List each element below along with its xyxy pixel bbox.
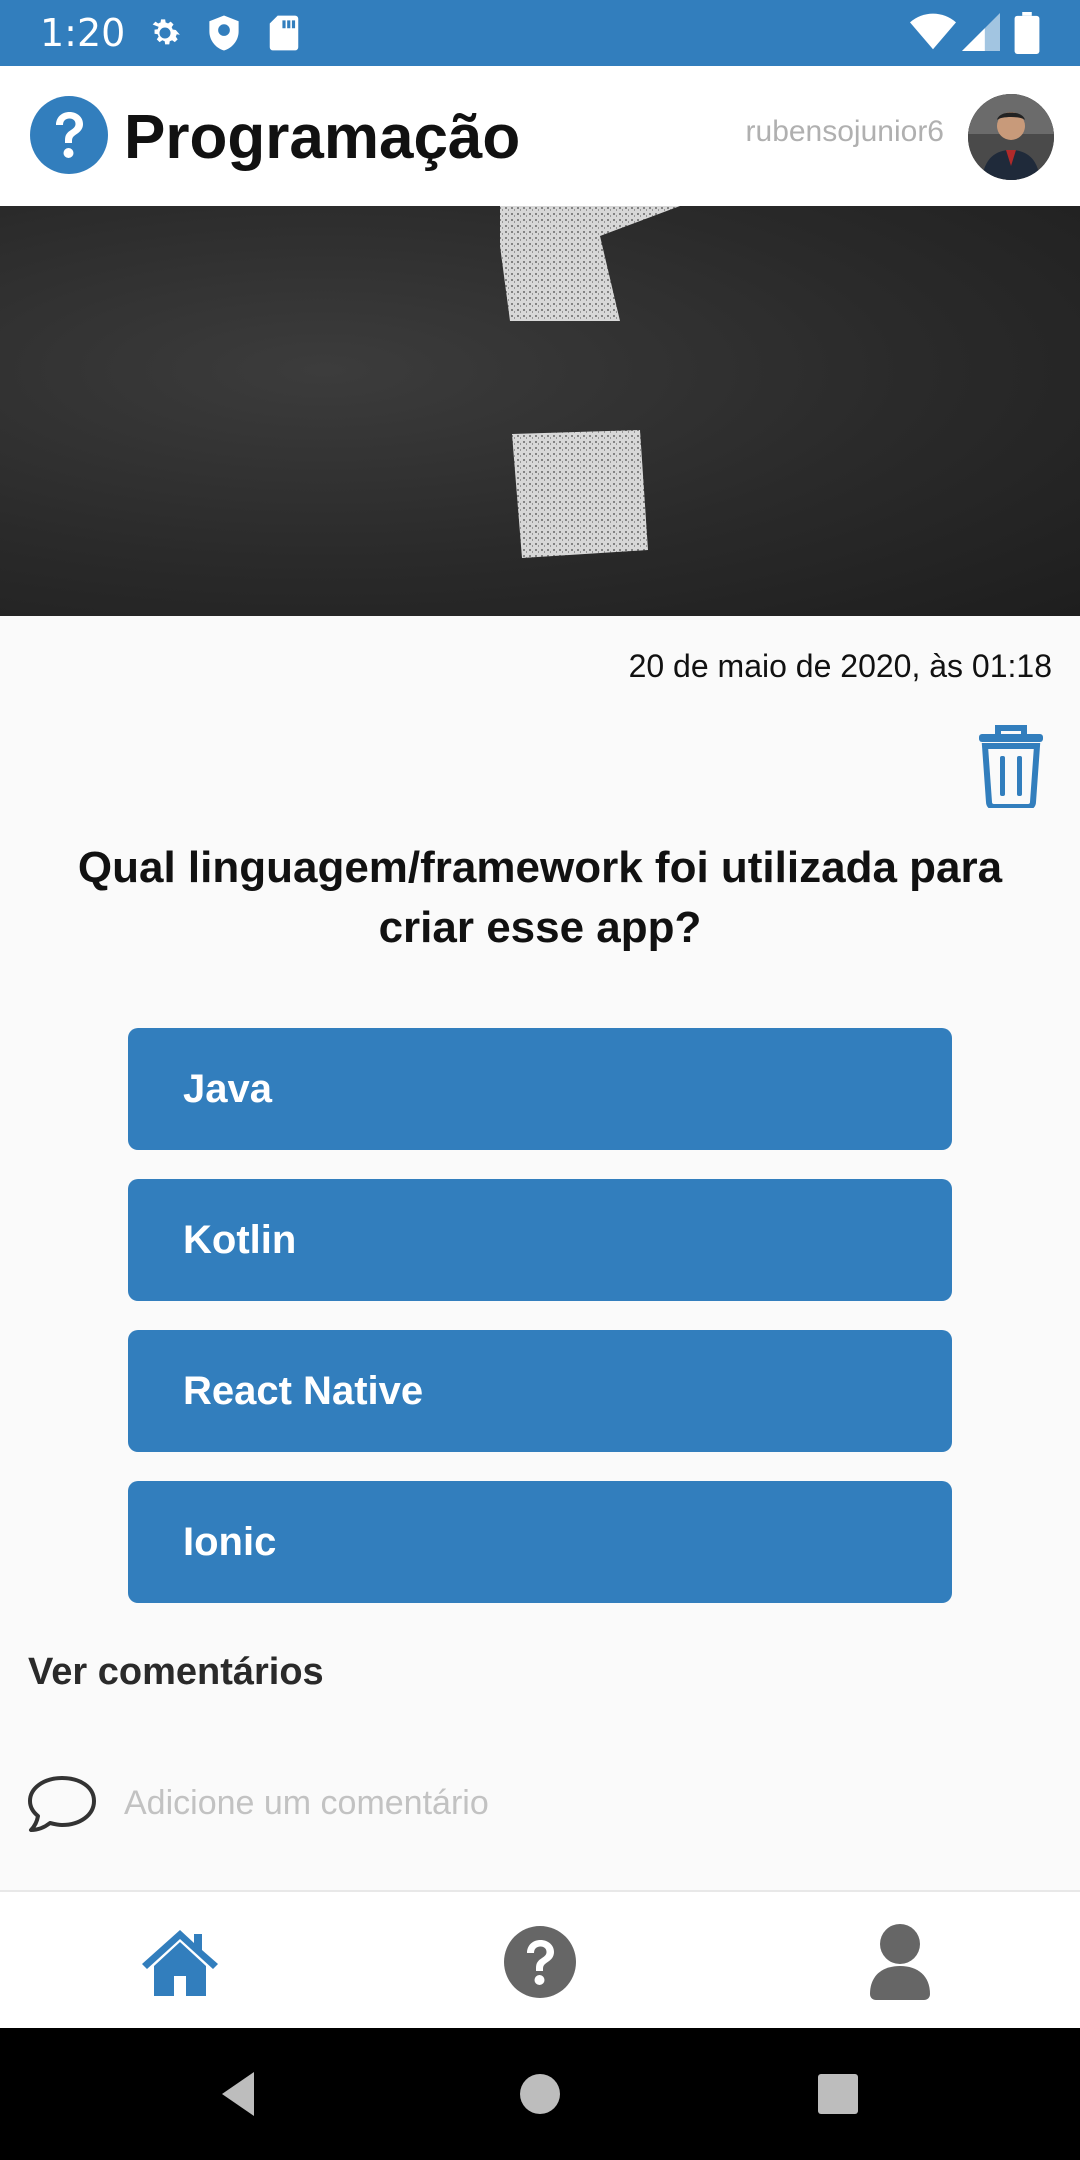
option-label: Ionic xyxy=(183,1519,277,1564)
option-kotlin[interactable]: Kotlin xyxy=(128,1179,952,1301)
comment-bubble-icon xyxy=(26,1774,98,1836)
status-time: 1:20 xyxy=(40,11,126,55)
sd-card-icon xyxy=(268,14,300,56)
recents-icon[interactable] xyxy=(808,2064,868,2124)
option-label: Java xyxy=(183,1066,272,1111)
option-label: React Native xyxy=(183,1368,424,1413)
see-comments-link[interactable]: Ver comentários xyxy=(28,1648,324,1696)
question-icon[interactable] xyxy=(500,1922,580,2002)
delete-button[interactable] xyxy=(976,724,1046,810)
wifi-icon xyxy=(910,12,956,56)
option-label: Kotlin xyxy=(183,1217,297,1262)
status-bar: 1:20 xyxy=(0,0,1080,66)
answer-options: Java Kotlin React Native Ionic xyxy=(128,1028,952,1632)
option-ionic[interactable]: Ionic xyxy=(128,1481,952,1603)
option-react-native[interactable]: React Native xyxy=(128,1330,952,1452)
option-java[interactable]: Java xyxy=(128,1028,952,1150)
avatar[interactable] xyxy=(968,94,1054,180)
bottom-nav xyxy=(0,1890,1080,2030)
page-title: Programação xyxy=(124,103,521,172)
shield-icon xyxy=(206,14,242,56)
system-navigation-bar xyxy=(0,2028,1080,2160)
back-icon[interactable] xyxy=(210,2064,270,2124)
user-icon[interactable] xyxy=(860,1922,940,2002)
question-circle-icon xyxy=(28,94,110,176)
home-icon[interactable] xyxy=(140,1922,220,2002)
home-circle-icon[interactable] xyxy=(510,2064,570,2124)
trash-icon xyxy=(976,725,1046,812)
gear-icon xyxy=(146,14,184,56)
post-date: 20 de maio de 2020, às 01:18 xyxy=(628,648,1052,684)
comment-input[interactable] xyxy=(124,1778,1024,1828)
signal-icon xyxy=(962,12,1000,56)
question-text: Qual linguagem/framework foi utilizada p… xyxy=(77,843,1003,952)
comment-row xyxy=(26,1770,1046,1840)
username-label[interactable]: rubensojunior6 xyxy=(746,114,944,150)
battery-icon xyxy=(1014,12,1040,58)
post-image xyxy=(0,206,1080,616)
app-header: Programação rubensojunior6 xyxy=(0,66,1080,206)
